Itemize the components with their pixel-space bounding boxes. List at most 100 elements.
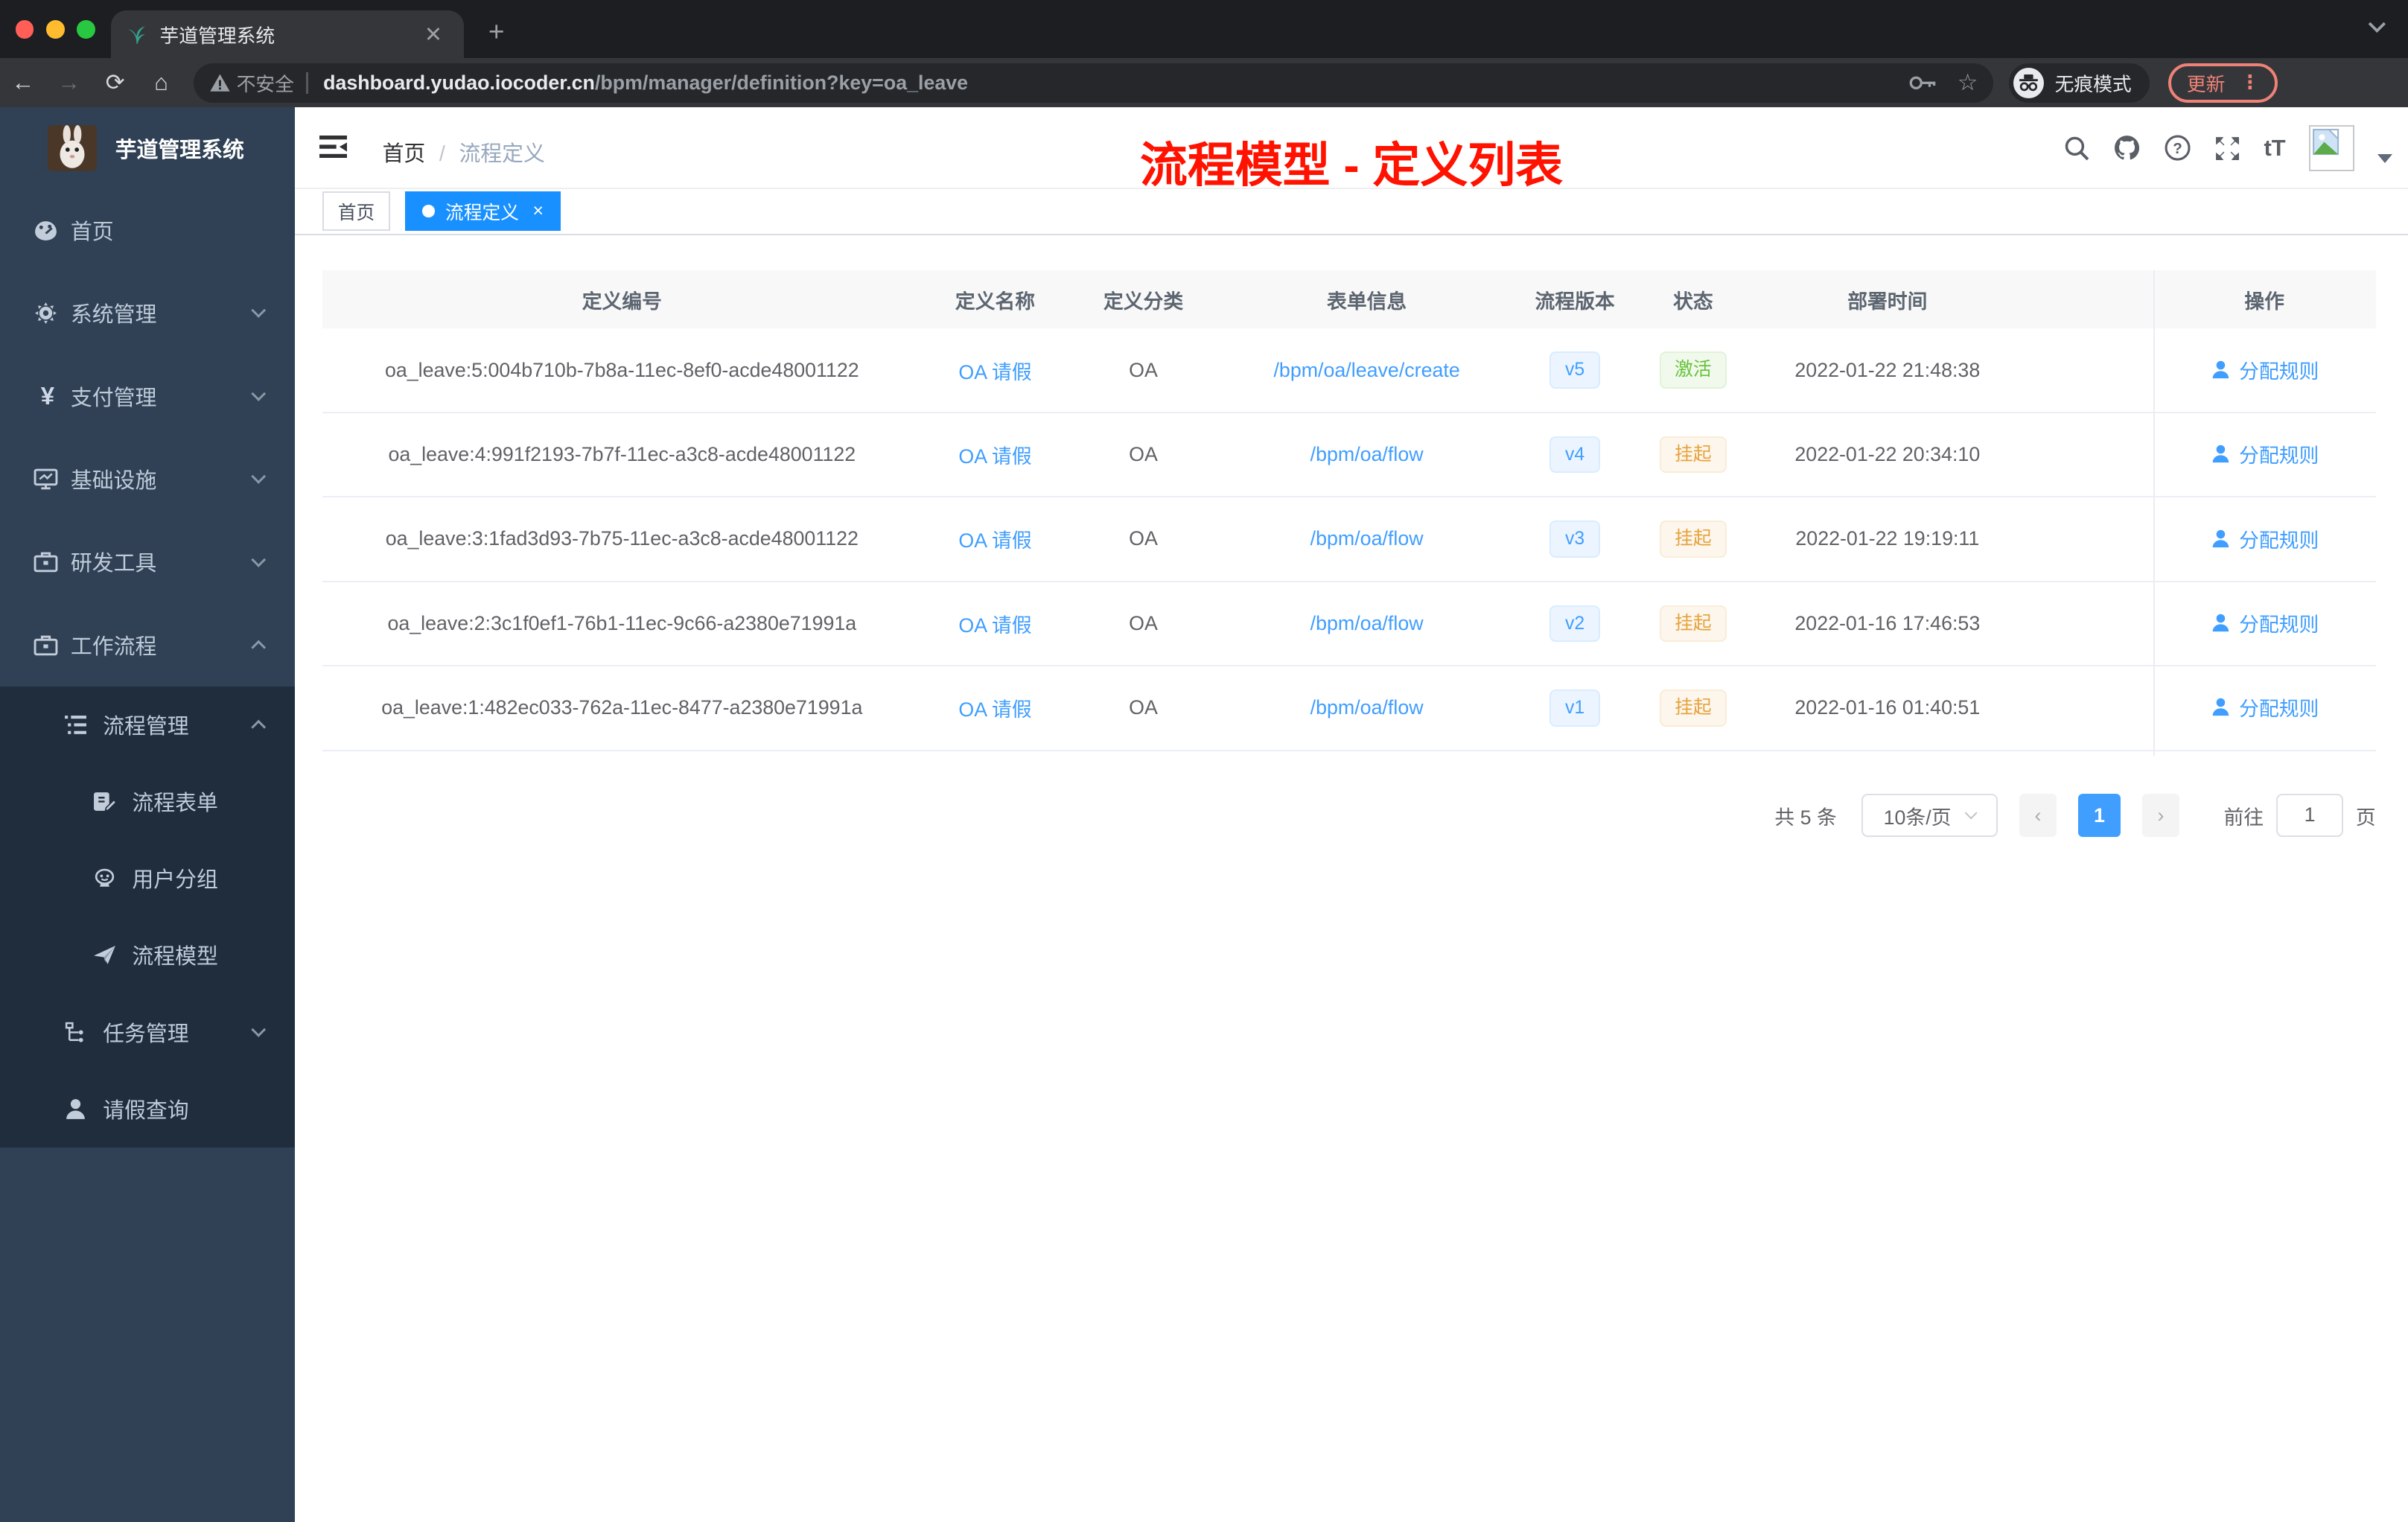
status-badge: 挂起 xyxy=(1659,520,1727,558)
tag-close-icon[interactable]: × xyxy=(533,201,544,222)
avatar-caret-icon[interactable] xyxy=(2377,154,2393,164)
sidebar-item-label: 基础设施 xyxy=(70,469,157,493)
github-icon[interactable] xyxy=(2113,134,2141,162)
definition-name-link[interactable]: OA 请假 xyxy=(958,698,1031,721)
browser-tab-strip: 芋道管理系统 ✕ + xyxy=(0,0,2408,59)
yen-icon: ¥ xyxy=(40,382,55,410)
sidebar-item-workflow[interactable]: 工作流程 xyxy=(0,604,295,687)
tags-view-bar: 首页 流程定义 × xyxy=(295,188,2408,235)
new-tab-button[interactable]: + xyxy=(488,16,505,48)
definition-id: oa_leave:3:1fad3d93-7b75-11ec-a3c8-acde4… xyxy=(385,527,859,550)
definition-name-link[interactable]: OA 请假 xyxy=(958,361,1031,383)
current-page-button[interactable]: 1 xyxy=(2077,794,2121,838)
sidebar-item-infrastructure[interactable]: 基础设施 xyxy=(0,438,295,520)
forward-button[interactable]: → xyxy=(46,69,92,96)
goto-label: 前往 xyxy=(2223,806,2264,829)
search-icon[interactable] xyxy=(2064,136,2090,162)
column-header: 操作 xyxy=(2244,290,2284,313)
definition-name-link[interactable]: OA 请假 xyxy=(958,445,1031,468)
fullscreen-icon[interactable] xyxy=(2214,136,2240,162)
column-header: 定义分类 xyxy=(1103,290,1184,313)
sidebar-item-devtools[interactable]: 研发工具 xyxy=(0,520,295,603)
chevron-down-icon xyxy=(251,469,267,485)
window-minimize-button[interactable] xyxy=(45,19,65,39)
password-key-icon[interactable] xyxy=(1908,75,1936,91)
monitor-icon xyxy=(34,468,61,490)
breadcrumb-current: 流程定义 xyxy=(459,141,545,166)
tab-search-chevron-icon[interactable] xyxy=(2368,22,2386,34)
url-host: dashboard.yudao.iocoder.cn xyxy=(323,71,595,94)
tag-process-definition[interactable]: 流程定义 × xyxy=(405,191,561,232)
breadcrumb: 首页 / 流程定义 xyxy=(383,137,545,168)
tag-home[interactable]: 首页 xyxy=(322,191,390,232)
page-size-select[interactable]: 10条/页 xyxy=(1861,794,1998,838)
assign-rule-button[interactable]: 分配规则 xyxy=(2210,524,2319,553)
incognito-label: 无痕模式 xyxy=(2054,74,2132,95)
form-link[interactable]: /bpm/oa/flow xyxy=(1310,527,1424,550)
deploy-time: 2022-01-22 21:48:38 xyxy=(1794,358,1981,381)
sidebar-item-user-group[interactable]: 用户分组 xyxy=(0,840,295,917)
form-link[interactable]: /bpm/oa/flow xyxy=(1310,612,1424,634)
org-tree-icon xyxy=(63,1022,91,1043)
sidebar-item-label: 请假查询 xyxy=(103,1098,189,1123)
action-label: 分配规则 xyxy=(2239,529,2319,552)
sidebar-item-task-management[interactable]: 任务管理 xyxy=(0,993,295,1070)
column-header: 部署时间 xyxy=(1847,290,1928,313)
sidebar-item-label: 流程模型 xyxy=(132,945,218,969)
action-label: 分配规则 xyxy=(2239,445,2319,468)
form-link[interactable]: /bpm/oa/flow xyxy=(1310,696,1424,719)
select-caret-icon xyxy=(1964,806,1978,820)
definition-id: oa_leave:4:991f2193-7b7f-11ec-a3c8-acde4… xyxy=(388,443,856,466)
tab-close-icon[interactable]: ✕ xyxy=(418,22,449,48)
sidebar-logo[interactable]: 芋道管理系统 xyxy=(0,107,295,188)
back-button[interactable]: ← xyxy=(0,69,46,96)
home-button[interactable]: ⌂ xyxy=(138,69,185,96)
app-title: 芋道管理系统 xyxy=(115,138,244,162)
window-controls xyxy=(15,19,95,39)
sidebar-item-process-management[interactable]: 流程管理 xyxy=(0,687,295,763)
breadcrumb-home[interactable]: 首页 xyxy=(383,142,426,166)
address-bar[interactable]: 不安全 dashboard.yudao.iocoder.cn /bpm/mana… xyxy=(193,63,1994,104)
sidebar-item-payment[interactable]: ¥ 支付管理 xyxy=(0,354,295,437)
status-badge: 挂起 xyxy=(1659,690,1727,727)
sidebar-fold-icon[interactable] xyxy=(319,135,348,159)
goto-page-input[interactable]: 1 xyxy=(2275,794,2344,838)
assign-rule-button[interactable]: 分配规则 xyxy=(2210,608,2319,637)
help-icon[interactable]: ? xyxy=(2164,134,2191,162)
security-label[interactable]: 不安全 xyxy=(237,69,294,97)
sidebar-item-home[interactable]: 首页 xyxy=(0,189,295,272)
sidebar-item-process-model[interactable]: 流程模型 xyxy=(0,917,295,993)
window-zoom-button[interactable] xyxy=(77,19,95,39)
window-close-button[interactable] xyxy=(15,19,34,39)
next-page-button[interactable]: › xyxy=(2142,794,2179,838)
avatar[interactable] xyxy=(2308,125,2355,171)
sidebar-item-process-form[interactable]: 流程表单 xyxy=(0,763,295,840)
reload-button[interactable]: ⟳ xyxy=(92,69,138,96)
bookmark-star-icon[interactable]: ☆ xyxy=(1958,69,1978,96)
browser-tab[interactable]: 芋道管理系统 ✕ xyxy=(110,10,464,59)
incognito-icon xyxy=(2013,67,2045,98)
definition-name-link[interactable]: OA 请假 xyxy=(958,614,1031,637)
tree-list-icon xyxy=(63,714,91,736)
definition-name-link[interactable]: OA 请假 xyxy=(958,529,1031,552)
workflow-submenu: 流程管理 流程表单 用户分组 流程模型 任务管理 请假查询 xyxy=(0,686,295,1147)
paper-plane-icon xyxy=(92,944,120,966)
chevron-down-icon xyxy=(251,552,267,567)
form-link[interactable]: /bpm/oa/leave/create xyxy=(1273,359,1459,381)
assign-rule-button[interactable]: 分配规则 xyxy=(2210,439,2319,468)
update-button[interactable]: 更新 ⋮ xyxy=(2168,63,2278,104)
prev-page-button[interactable]: ‹ xyxy=(2019,794,2057,838)
page-size-value: 10条/页 xyxy=(1883,806,1952,829)
assign-rule-button[interactable]: 分配规则 xyxy=(2210,355,2319,384)
svg-text:?: ? xyxy=(2173,140,2183,157)
sidebar-item-system[interactable]: 系统管理 xyxy=(0,272,295,354)
font-size-icon[interactable]: tT xyxy=(2264,135,2285,162)
browser-menu-dots-icon[interactable]: ⋮ xyxy=(2240,71,2260,94)
form-link[interactable]: /bpm/oa/flow xyxy=(1310,443,1424,465)
url-path: /bpm/manager/definition?key=oa_leave xyxy=(594,71,969,94)
tag-label: 首页 xyxy=(337,203,375,223)
version-badge: v5 xyxy=(1549,351,1600,389)
sidebar-item-leave-query[interactable]: 请假查询 xyxy=(0,1071,295,1147)
assign-rule-button[interactable]: 分配规则 xyxy=(2210,692,2319,722)
chevron-up-icon xyxy=(251,640,267,655)
